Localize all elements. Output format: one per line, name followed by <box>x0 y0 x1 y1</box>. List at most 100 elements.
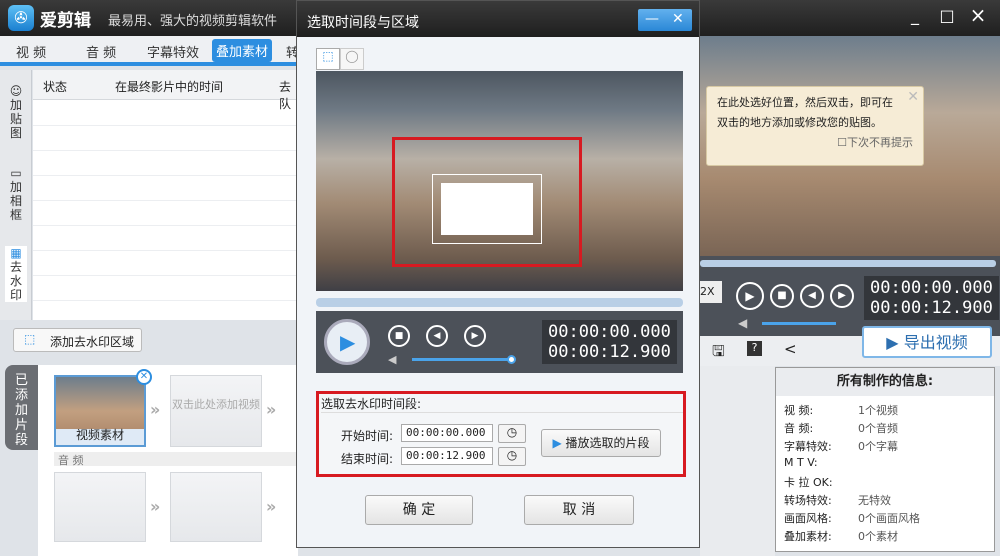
added-clips-tab[interactable]: 已添加片段 <box>5 365 38 450</box>
tab-overlay-material[interactable]: 叠加素材 <box>212 39 273 62</box>
maximize-button[interactable]: □ <box>935 6 959 25</box>
tab-video[interactable]: 视 频 <box>16 42 46 61</box>
play-icon: ▶ <box>552 436 562 450</box>
table-row <box>33 175 296 176</box>
play-selected-segment-button[interactable]: ▶ 播放选取的片段 <box>541 429 661 457</box>
ellipse-select-tool[interactable]: ◯ <box>340 48 364 70</box>
info-value: 0个画面风格 <box>858 512 920 525</box>
table-row <box>33 250 296 251</box>
selection-fill <box>441 183 533 235</box>
info-label: 转场特效: <box>784 494 832 507</box>
volume-knob[interactable] <box>507 355 516 364</box>
help-icon[interactable]: ? <box>747 341 762 356</box>
app-logo-icon: ✇ <box>8 5 34 31</box>
audio-slot[interactable] <box>170 472 262 542</box>
preview-volume-slider[interactable] <box>762 322 836 325</box>
clock-back-icon: ◷ <box>506 448 518 462</box>
prev-frame-icon[interactable]: ◀ <box>426 325 448 347</box>
next-frame-icon[interactable]: ▶ <box>464 325 486 347</box>
volume-icon: ◀ <box>388 353 397 366</box>
set-end-time-button[interactable]: ◷ <box>498 447 526 466</box>
table-row <box>33 125 296 126</box>
set-start-time-button[interactable]: ◷ <box>498 424 526 443</box>
dialog-volume-slider[interactable] <box>412 355 516 364</box>
production-info-panel: 所有制作的信息: 视 频: 1个视频 音 频: 0个音频 字幕特效: 0个字幕 M T… <box>775 367 995 552</box>
empty-clip-slot[interactable]: 双击此处添加视频 <box>170 375 262 447</box>
clip-thumbnail[interactable]: 视频素材 ✕ <box>54 369 152 447</box>
play-icon[interactable]: ▶ <box>736 282 764 310</box>
select-time-region-dialog: 选取时间段与区域 — ✕ ⬚ ◯ ▶ ■ ◀ ▶ ◀ 00:00:00.000 0… <box>296 0 700 548</box>
dialog-video-preview[interactable] <box>316 71 683 291</box>
time-segment-section: 选取去水印时间段: 开始时间: 00:00:00.000 ◷ 结束时间: 00:… <box>316 391 686 477</box>
stop-icon[interactable]: ■ <box>770 284 794 308</box>
audio-track-label: 音 频 <box>54 452 298 467</box>
start-time-label: 开始时间: <box>341 429 394 443</box>
dialog-time-display: 00:00:00.000 00:00:12.900 <box>542 320 677 364</box>
watermark-selection-region[interactable] <box>432 174 542 244</box>
dont-show-again-checkbox[interactable]: ☐下次不再提示 <box>717 133 913 153</box>
remove-clip-icon[interactable]: ✕ <box>136 369 152 385</box>
clip-timeline: 视频素材 ✕ » 双击此处添加视频 » 音 频 » » <box>38 365 298 556</box>
chevron-right-icon: » <box>266 400 277 419</box>
side-tab-frame[interactable]: ▭ 加相框 <box>5 166 27 222</box>
table-row <box>33 150 296 151</box>
prev-frame-icon[interactable]: ◀ <box>800 284 824 308</box>
next-frame-icon[interactable]: ▶ <box>830 284 854 308</box>
info-label: 叠加素材: <box>784 530 832 543</box>
close-button[interactable]: × <box>966 3 990 27</box>
start-time-input[interactable]: 00:00:00.000 <box>401 424 493 442</box>
tab-subtitle-effects[interactable]: 字幕特效 <box>147 42 199 61</box>
table-row <box>33 300 296 301</box>
volume-icon: ◀ <box>738 316 748 330</box>
table-header: 状态 在最终影片中的时间 去队 <box>33 70 296 111</box>
preview-controls: 2X ▶ ■ ◀ ▶ ◀ 00:00:00.000 00:00:12.900 <box>700 256 1000 336</box>
col-remove: 去队 <box>279 80 292 111</box>
side-tab-sticker[interactable]: ☺ 加贴图 <box>5 84 27 140</box>
play-icon: ▶ <box>340 330 356 354</box>
table-row <box>33 275 296 276</box>
share-icon[interactable]: < <box>784 340 797 358</box>
end-time-input[interactable]: 00:00:12.900 <box>401 447 493 465</box>
section-title: 选取去水印时间段: <box>321 395 683 413</box>
hint-tooltip: 在此处选好位置，然后双击，即可在 双击的地方添加或修改您的贴图。 ☐下次不再提示… <box>706 86 924 166</box>
chevron-right-icon: » <box>150 400 161 419</box>
cancel-button[interactable]: 取 消 <box>524 495 634 525</box>
chevron-right-icon: » <box>266 497 277 516</box>
info-label: 视 频: <box>784 404 814 417</box>
speed-button[interactable]: 2X <box>700 281 722 303</box>
minimize-button[interactable]: _ <box>903 6 927 25</box>
info-value: 1个视频 <box>858 404 898 417</box>
close-tip-icon[interactable]: ✕ <box>907 87 919 107</box>
rect-select-icon: ⬚ <box>322 49 334 63</box>
col-time: 在最终影片中的时间 <box>115 80 224 94</box>
dialog-close-button[interactable]: ✕ <box>672 11 684 27</box>
sticker-icon: ☺ <box>9 84 23 98</box>
save-icon[interactable]: 🖫 <box>712 341 725 366</box>
table-row <box>33 200 296 201</box>
clock-back-icon: ◷ <box>506 425 518 439</box>
stop-icon[interactable]: ■ <box>388 325 410 347</box>
preview-seek-bar[interactable] <box>700 260 996 267</box>
preview-time-display: 00:00:00.000 00:00:12.900 <box>864 276 999 320</box>
add-watermark-area-button[interactable]: ⬚ 添加去水印区域 <box>13 328 142 352</box>
play-button[interactable]: ▶ <box>324 319 370 365</box>
export-video-button[interactable]: ▶ 导出视频 <box>862 326 992 358</box>
info-label: M T V: <box>784 456 818 469</box>
side-tab-watermark-remove[interactable]: ▦ 去水印 <box>5 246 27 302</box>
ok-button[interactable]: 确 定 <box>365 495 473 525</box>
table-row <box>33 225 296 226</box>
dialog-seek-bar[interactable] <box>316 298 683 307</box>
info-value: 0个素材 <box>858 530 898 543</box>
chevron-right-icon: » <box>150 497 161 516</box>
info-label: 卡 拉 OK: <box>784 476 833 489</box>
info-title: 所有制作的信息: <box>776 368 994 396</box>
dialog-minimize-button[interactable]: — <box>645 11 659 27</box>
dialog-window-buttons: — ✕ <box>638 9 692 31</box>
app-tagline: 最易用、强大的视频剪辑软件 <box>108 14 278 29</box>
tab-audio[interactable]: 音 频 <box>86 42 116 61</box>
rect-select-tool[interactable]: ⬚ <box>316 48 340 70</box>
export-icon: ▶ <box>886 333 899 352</box>
ellipse-select-icon: ◯ <box>345 49 359 63</box>
audio-slot[interactable] <box>54 472 146 542</box>
info-label: 音 频: <box>784 422 814 435</box>
